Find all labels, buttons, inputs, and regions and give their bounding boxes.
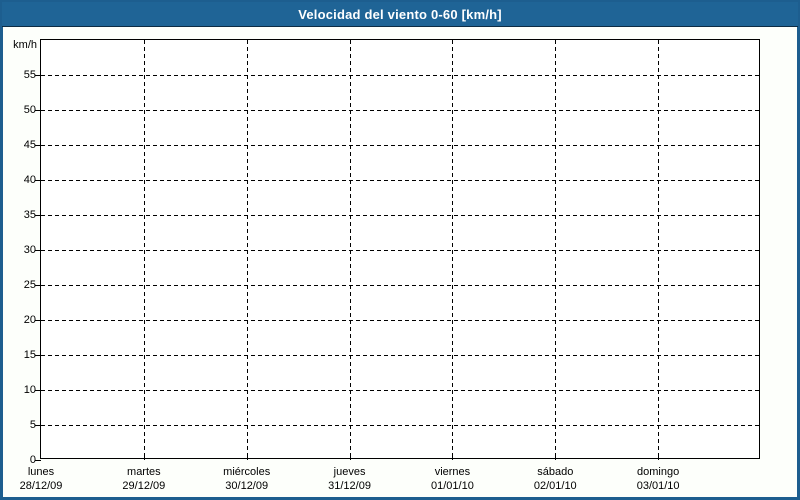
- chart-title: Velocidad del viento 0-60 [km/h]: [298, 6, 502, 22]
- y-tick-label: 5: [29, 419, 36, 431]
- y-tick-label: 50: [23, 104, 36, 116]
- y-tick-label: 15: [23, 349, 36, 361]
- plot-area: [35, 39, 761, 461]
- y-tick-label: 55: [23, 69, 36, 81]
- y-axis-unit-label: km/h: [13, 39, 37, 51]
- y-tick-label: 30: [23, 244, 36, 256]
- y-tick-label: 25: [23, 279, 36, 291]
- y-tick-label: 40: [23, 174, 36, 186]
- title-bar: Velocidad del viento 0-60 [km/h]: [2, 2, 798, 27]
- day-date: 03/01/10: [636, 480, 680, 492]
- x-day-label: domingo 03/01/10: [598, 465, 718, 493]
- y-tick-label: 35: [23, 209, 36, 221]
- chart-window: Velocidad del viento 0-60 [km/h] km/h 05…: [0, 0, 800, 500]
- gridlines: [35, 40, 761, 461]
- chart-area: km/h 0 5 10 15 20 25 30 35 40 45 50 55 lunes 28/12/0…: [3, 27, 797, 496]
- y-tick-label: 10: [23, 384, 36, 396]
- y-tick-label: 45: [23, 139, 36, 151]
- day-name: domingo: [637, 466, 680, 478]
- y-tick-label: 20: [23, 314, 36, 326]
